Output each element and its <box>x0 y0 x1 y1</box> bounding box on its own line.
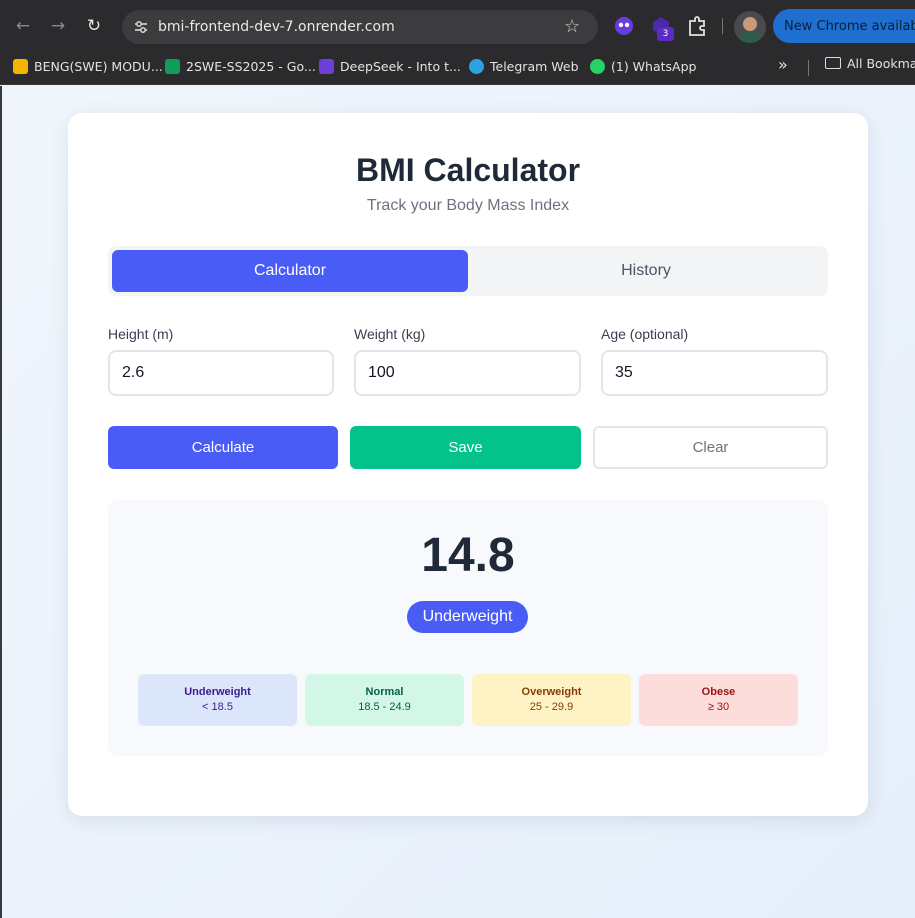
url-text[interactable]: bmi-frontend-dev-7.onrender.com <box>158 19 395 35</box>
bookmark-label: BENG(SWE) MODU... <box>34 59 163 74</box>
bookmark-item-2swe[interactable]: 2SWE-SS2025 - Go... <box>165 56 316 78</box>
category-range: 25 - 29.9 <box>529 701 574 713</box>
height-input[interactable] <box>108 350 334 396</box>
chrome-update-button[interactable]: New Chrome available <box>773 9 915 43</box>
deepseek-icon <box>319 59 334 74</box>
category-range: < 18.5 <box>202 701 233 713</box>
category-name: Underweight <box>184 686 251 698</box>
category-underweight: Underweight < 18.5 <box>138 674 297 726</box>
bookmark-item-beng[interactable]: BENG(SWE) MODU... <box>13 56 163 78</box>
weight-input[interactable] <box>354 350 581 396</box>
back-icon[interactable]: ← <box>13 14 33 38</box>
weight-label: Weight (kg) <box>354 326 426 342</box>
bookmarks-separator <box>808 60 809 76</box>
whatsapp-icon <box>590 59 605 74</box>
bookmark-label: 2SWE-SS2025 - Go... <box>186 59 316 74</box>
bookmark-star-icon[interactable]: ☆ <box>564 16 580 37</box>
bmi-category-badge: Underweight <box>407 601 528 633</box>
folder-icon <box>825 57 841 69</box>
tab-calculator[interactable]: Calculator <box>112 250 468 292</box>
clear-button[interactable]: Clear <box>593 426 828 469</box>
forward-icon[interactable]: → <box>48 14 68 38</box>
extension-count-badge: 3 <box>657 27 674 41</box>
age-label: Age (optional) <box>601 326 689 342</box>
category-normal: Normal 18.5 - 24.9 <box>305 674 464 726</box>
tab-history[interactable]: History <box>468 250 824 292</box>
category-obese: Obese ≥ 30 <box>639 674 798 726</box>
bookmark-item-deepseek[interactable]: DeepSeek - Into t... <box>319 56 461 78</box>
all-bookmarks-button[interactable]: All Bookmarks <box>825 56 915 71</box>
bookmark-label: Telegram Web <box>490 59 579 74</box>
category-name: Obese <box>701 686 736 698</box>
address-bar[interactable]: bmi-frontend-dev-7.onrender.com ☆ <box>122 10 598 44</box>
chrome-update-label: New Chrome available <box>784 19 915 34</box>
ghost-extension-icon[interactable] <box>613 15 635 37</box>
age-input[interactable] <box>601 350 828 396</box>
google-sheets-icon <box>165 59 180 74</box>
result-panel: 14.8 Underweight Underweight < 18.5 Norm… <box>108 500 828 756</box>
toolbar-separator <box>722 18 723 34</box>
extensions-puzzle-icon[interactable] <box>686 15 708 37</box>
category-range: ≥ 30 <box>707 701 730 713</box>
category-overweight: Overweight 25 - 29.9 <box>472 674 631 726</box>
bmi-card: BMI Calculator Track your Body Mass Inde… <box>68 113 868 816</box>
more-bookmarks-chevron-icon[interactable]: » <box>778 55 788 74</box>
bookmark-label: (1) WhatsApp <box>611 59 697 74</box>
telegram-icon <box>469 59 484 74</box>
category-name: Normal <box>365 686 404 698</box>
reload-icon[interactable]: ↻ <box>84 14 104 38</box>
page-subtitle: Track your Body Mass Index <box>366 197 570 214</box>
all-bookmarks-label: All Bookmarks <box>847 56 915 71</box>
height-label: Height (m) <box>108 326 174 342</box>
page-viewport: BMI Calculator Track your Body Mass Inde… <box>0 86 915 918</box>
page-title: BMI Calculator <box>355 152 581 188</box>
bookmark-item-whatsapp[interactable]: (1) WhatsApp <box>590 56 696 78</box>
tab-bar: Calculator History <box>108 246 828 296</box>
category-range: 18.5 - 24.9 <box>358 701 411 713</box>
browser-toolbar: ← → ↻ bmi-frontend-dev-7.onrender.com ☆ … <box>0 0 915 52</box>
bmi-value: 14.8 <box>421 529 515 582</box>
category-name: Overweight <box>521 686 582 698</box>
bookmark-label: DeepSeek - Into t... <box>340 59 461 74</box>
save-button[interactable]: Save <box>350 426 581 469</box>
site-info-icon[interactable] <box>132 18 150 36</box>
profile-avatar[interactable] <box>734 11 766 43</box>
google-drive-icon <box>13 59 28 74</box>
bookmark-item-telegram[interactable]: Telegram Web <box>469 56 579 78</box>
calculate-button[interactable]: Calculate <box>108 426 338 469</box>
